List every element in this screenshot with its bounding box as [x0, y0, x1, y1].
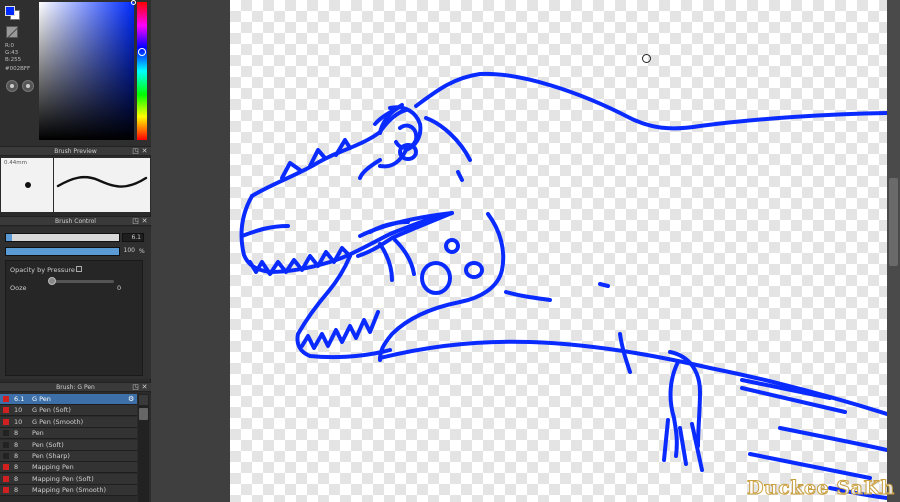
brush-size: 8	[14, 440, 19, 449]
brush-size: 6.1	[14, 395, 25, 403]
brush-list-item[interactable]: 10 G Pen (Smooth)	[0, 416, 137, 428]
brush-name: Pen	[32, 429, 44, 438]
close-icon[interactable]: ✕	[141, 148, 148, 155]
brush-control-header: Brush Control ◳ ✕	[0, 216, 151, 226]
hue-picker-cursor[interactable]	[138, 48, 146, 56]
gear-icon[interactable]: ⚙	[128, 394, 134, 404]
brush-size: 8	[14, 463, 19, 472]
brush-name: G Pen	[32, 395, 51, 403]
sv-picker-cursor[interactable]	[131, 0, 136, 5]
brush-color-chip	[3, 396, 9, 402]
ooze-slider-handle[interactable]	[48, 277, 56, 285]
opacity-by-pressure-label: Opacity by Pressure	[10, 266, 75, 274]
transparent-color-swatch[interactable]	[6, 26, 18, 38]
brush-color-chip	[3, 418, 9, 425]
left-panel: R:0 G:43 B:255 #002BFF Brush Preview ◳ ✕…	[0, 0, 151, 502]
brush-list-scrollbar[interactable]	[138, 394, 149, 502]
brush-list-header: Brush: G Pen ◳ ✕	[0, 382, 151, 392]
color-panel: R:0 G:43 B:255 #002BFF	[0, 0, 151, 146]
brush-size-label: 0.44mm	[4, 160, 27, 166]
brush-name: Mapping Pen (Smooth)	[32, 486, 106, 495]
brush-color-chip	[3, 407, 9, 414]
foreground-color-swatch[interactable]	[5, 6, 15, 16]
eyedropper-icon[interactable]	[6, 80, 18, 92]
watermark-text: Duckee SaKh	[747, 477, 895, 500]
opacity-by-pressure-checkbox[interactable]	[76, 266, 82, 272]
brush-control-panel: 6.1 100 % Opacity by Pressure Ooze 0	[0, 227, 151, 379]
brush-name: G Pen (Smooth)	[32, 417, 84, 426]
hex-readout: #002BFF	[5, 66, 31, 72]
scrollbar-thumb[interactable]	[889, 178, 898, 266]
brush-cursor	[642, 54, 651, 63]
opacity-unit: %	[139, 248, 145, 255]
brush-size: 8	[14, 452, 19, 460]
ooze-slider[interactable]	[48, 277, 114, 285]
brush-size: 10	[14, 406, 23, 415]
dinosaur-drawing	[239, 71, 887, 500]
brush-color-chip	[3, 464, 9, 471]
brush-list-item[interactable]: 8 Mapping Pen (Smooth)	[0, 485, 137, 497]
brush-name: Pen (Sharp)	[32, 452, 70, 460]
brush-color-chip	[3, 475, 9, 482]
brush-preview-title: Brush Preview	[54, 148, 97, 155]
brush-list-item[interactable]: 8 Pen (Soft)	[0, 439, 137, 451]
brush-list-item[interactable]: 10 G Pen (Soft)	[0, 405, 137, 417]
brush-size-fill	[6, 234, 12, 241]
hue-slider[interactable]	[137, 2, 147, 140]
brush-name: Mapping Pen (Soft)	[32, 474, 94, 483]
rgb-r-readout: R:0	[5, 43, 15, 49]
brush-list-item[interactable]: 6.1 G Pen ⚙	[0, 394, 137, 405]
brush-options: Opacity by Pressure Ooze 0	[5, 260, 143, 376]
brush-name: Pen (Soft)	[32, 440, 64, 449]
brush-list-item[interactable]: 8 Mapping Pen (Soft)	[0, 473, 137, 485]
brush-name: Mapping Pen	[32, 463, 74, 472]
brush-preview-header: Brush Preview ◳ ✕	[0, 146, 151, 156]
saturation-value-square[interactable]	[39, 0, 136, 140]
ooze-label: Ooze	[10, 284, 27, 292]
brush-size-slider[interactable]	[5, 233, 120, 242]
brush-size-value[interactable]: 6.1	[122, 233, 144, 242]
brush-color-chip	[3, 453, 9, 459]
canvas-vertical-scrollbar[interactable]	[887, 0, 900, 502]
brush-tip-dot	[25, 182, 31, 188]
brush-color-chip	[3, 430, 9, 437]
undock-icon[interactable]: ◳	[132, 148, 139, 155]
brush-tip-preview: 0.44mm	[1, 158, 53, 212]
brush-list: 6.1 G Pen ⚙ 10 G Pen (Soft) 10 G Pen (Smooth) 8…	[0, 393, 151, 502]
panel-gutter	[151, 0, 230, 502]
brush-size: 10	[14, 417, 23, 426]
brush-name: G Pen (Soft)	[32, 406, 71, 415]
brush-size: 8	[14, 474, 19, 483]
color-set-icon[interactable]	[22, 80, 34, 92]
stroke-sample	[56, 175, 148, 188]
rgb-b-readout: B:255	[5, 57, 22, 63]
rgb-g-readout: G:43	[5, 50, 19, 56]
brush-list-item[interactable]: 8 Pen	[0, 428, 137, 440]
brush-preview-panel: 0.44mm	[0, 157, 151, 213]
scrollbar-thumb[interactable]	[139, 408, 148, 420]
brush-color-chip	[3, 487, 9, 494]
scroll-up-button[interactable]	[139, 395, 148, 405]
brush-list-item[interactable]: 8 Mapping Pen	[0, 462, 137, 474]
brush-color-chip	[3, 441, 9, 448]
brush-size: 8	[14, 486, 19, 495]
brush-list-item[interactable]: 8 Pen (Sharp)	[0, 451, 137, 462]
opacity-fill	[6, 248, 119, 255]
close-icon[interactable]: ✕	[141, 384, 148, 391]
app-window: R:0 G:43 B:255 #002BFF Brush Preview ◳ ✕…	[0, 0, 900, 502]
opacity-value[interactable]: 100	[122, 247, 137, 256]
brush-list-title: Brush: G Pen	[56, 384, 95, 391]
drawing-canvas[interactable]	[230, 0, 887, 502]
opacity-slider[interactable]	[5, 247, 120, 256]
ooze-value: 0	[117, 284, 122, 292]
brush-stroke-preview	[54, 158, 150, 212]
undock-icon[interactable]: ◳	[132, 384, 139, 391]
close-icon[interactable]: ✕	[141, 218, 148, 225]
brush-control-title: Brush Control	[55, 218, 96, 225]
undock-icon[interactable]: ◳	[132, 218, 139, 225]
brush-size: 8	[14, 429, 19, 438]
